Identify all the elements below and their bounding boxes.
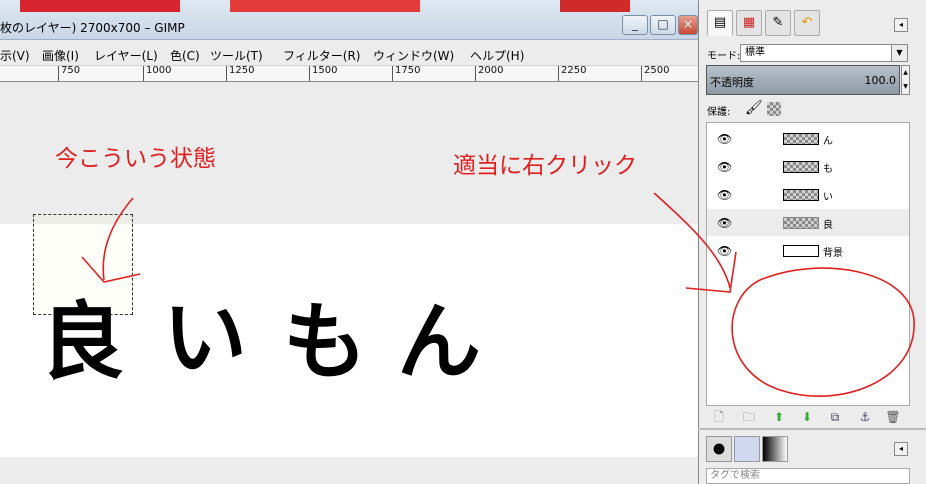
- annotation-current-state: 今こういう状態: [55, 146, 216, 172]
- layer-name: 背景: [823, 248, 843, 259]
- eye-icon[interactable]: 👁: [717, 244, 732, 258]
- lock-label: 保護:: [707, 107, 731, 118]
- opacity-slider[interactable]: 不透明度 100.0: [706, 65, 900, 95]
- layer-thumbnail: [783, 133, 819, 145]
- anchor-icon[interactable]: ⚓: [856, 408, 874, 426]
- new-layer-icon[interactable]: 🗋: [710, 408, 728, 426]
- ruler-tick: 2500: [641, 66, 669, 81]
- layer-row-selected[interactable]: 👁 良: [707, 209, 909, 236]
- background-window-strip: [20, 0, 180, 12]
- opacity-value: 100.0: [864, 74, 897, 87]
- undo-tab-icon[interactable]: ↶: [794, 10, 820, 36]
- chevron-down-icon: ▼: [891, 45, 907, 61]
- eye-icon[interactable]: 👁: [717, 188, 732, 202]
- close-button[interactable]: ×: [678, 15, 698, 35]
- mode-select[interactable]: 標準 ▼: [740, 44, 908, 62]
- patterns-tab-icon[interactable]: [734, 436, 760, 462]
- layer-thumbnail: [783, 245, 819, 257]
- eye-icon[interactable]: 👁: [717, 160, 732, 174]
- layers-list[interactable]: 👁 ん 👁 も 👁 い 👁 良 👁 背景: [706, 122, 910, 406]
- paths-tab-icon[interactable]: ✎: [765, 10, 791, 36]
- menu-filters[interactable]: フィルター(R): [283, 47, 360, 64]
- canvas-char-n: ん: [397, 293, 482, 391]
- canvas-char-mo: も: [283, 293, 368, 391]
- background-window-strip: [230, 0, 420, 12]
- ruler-tick: 750: [58, 66, 80, 81]
- layer-thumbnail: [783, 161, 819, 173]
- mode-label: モード:: [707, 51, 741, 62]
- layer-row[interactable]: 👁 背景: [707, 237, 909, 264]
- annotation-right-click: 適当に右クリック: [453, 153, 637, 179]
- opacity-label: 不透明度: [710, 76, 754, 89]
- dock-menu-icon[interactable]: ◂: [894, 18, 908, 32]
- layer-row[interactable]: 👁 も: [707, 153, 909, 180]
- menu-image[interactable]: 画像(I): [42, 47, 79, 64]
- layer-name: い: [823, 192, 833, 203]
- menu-color[interactable]: 色(C): [170, 47, 200, 64]
- menu-layer[interactable]: レイヤー(L): [94, 47, 158, 64]
- menu-tools[interactable]: ツール(T): [210, 47, 263, 64]
- menu-help[interactable]: ヘルプ(H): [470, 47, 524, 64]
- eye-icon[interactable]: 👁: [717, 216, 732, 230]
- ruler-tick: 1750: [392, 66, 420, 81]
- ruler-tick: 1250: [226, 66, 254, 81]
- background-window-strip: [560, 0, 630, 12]
- gradients-tab-icon[interactable]: [762, 436, 788, 462]
- canvas-char-yoi: 良: [40, 293, 125, 391]
- ruler-tick: 2000: [475, 66, 503, 81]
- menu-view[interactable]: 示(V): [0, 47, 30, 64]
- ruler-tick: 2250: [558, 66, 586, 81]
- lower-layer-icon[interactable]: ⬇: [798, 408, 816, 426]
- duplicate-layer-icon[interactable]: ⧉: [826, 408, 844, 426]
- layer-name: 良: [823, 220, 833, 231]
- dock2-menu-icon[interactable]: ◂: [894, 442, 908, 456]
- minimize-button[interactable]: _: [622, 15, 648, 35]
- trash-icon[interactable]: 🗑: [884, 408, 902, 426]
- dock-divider: [698, 428, 926, 430]
- new-group-icon[interactable]: 🗀: [740, 408, 758, 426]
- window-title: 枚のレイヤー) 2700x700 – GIMP: [0, 21, 185, 35]
- ruler-tick: 1500: [309, 66, 337, 81]
- maximize-button[interactable]: □: [650, 15, 676, 35]
- ruler-tick: 1000: [143, 66, 171, 81]
- layer-thumbnail: [783, 217, 819, 229]
- brushes-tab-icon[interactable]: [706, 436, 732, 462]
- layers-tab-icon[interactable]: ▤: [707, 10, 733, 36]
- horizontal-ruler[interactable]: 750 1000 1250 1500 1750 2000 2250 2500: [0, 66, 698, 82]
- layer-row[interactable]: 👁 い: [707, 181, 909, 208]
- menu-bar: 示(V) 画像(I) レイヤー(L) 色(C) ツール(T) フィルター(R) …: [0, 40, 698, 66]
- lock-alpha-icon[interactable]: [767, 102, 781, 116]
- tag-search-input[interactable]: タグで検索: [706, 468, 910, 484]
- layer-name: ん: [823, 136, 833, 147]
- mode-value: 標準: [745, 47, 765, 58]
- layer-thumbnail: [783, 189, 819, 201]
- channels-tab-icon[interactable]: ▦: [736, 10, 762, 36]
- brushes-tabs: [706, 436, 792, 464]
- layer-name: も: [823, 164, 833, 175]
- title-bar: 枚のレイヤー) 2700x700 – GIMP _ □ ×: [0, 0, 698, 40]
- brush-icon[interactable]: 🖌: [745, 100, 763, 116]
- menu-window[interactable]: ウィンドウ(W): [373, 47, 454, 64]
- opacity-spinner[interactable]: ▲ ▼: [901, 65, 910, 95]
- layer-row[interactable]: 👁 ん: [707, 125, 909, 152]
- eye-icon[interactable]: 👁: [717, 132, 732, 146]
- raise-layer-icon[interactable]: ⬆: [770, 408, 788, 426]
- canvas-char-i: い: [163, 289, 248, 387]
